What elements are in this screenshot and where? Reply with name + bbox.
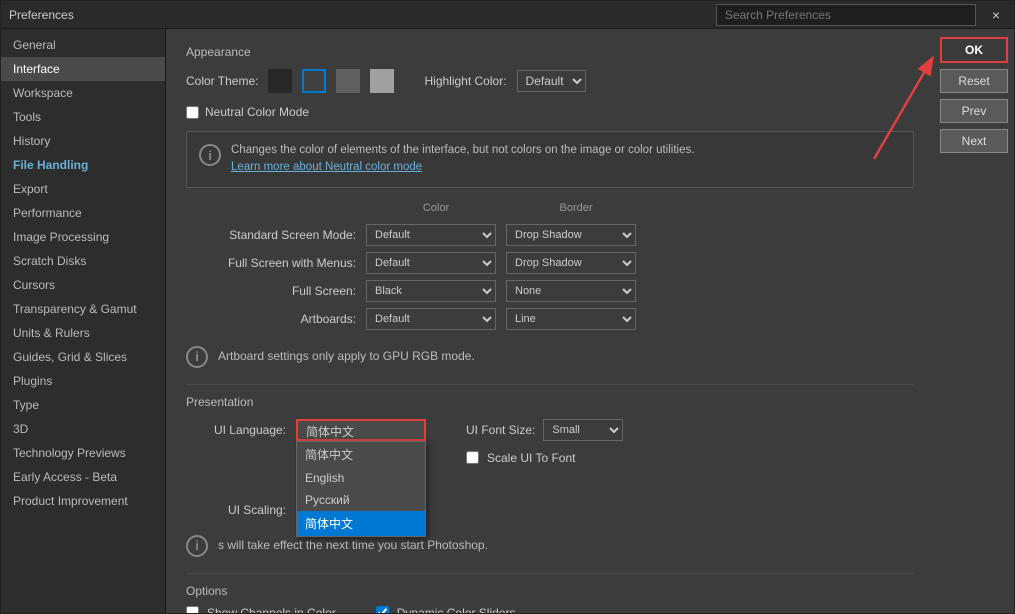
dynamic-sliders-checkbox[interactable] (376, 606, 389, 613)
close-button[interactable]: × (986, 5, 1006, 25)
sidebar-item-product-improvement[interactable]: Product Improvement (1, 489, 165, 513)
show-channels-checkbox[interactable] (186, 606, 199, 613)
show-channels-row: Show Channels in Color (186, 606, 336, 614)
sidebar-item-3d[interactable]: 3D (1, 417, 165, 441)
fullscreen-border[interactable]: None (506, 280, 636, 302)
color-theme-label: Color Theme: (186, 74, 258, 88)
sidebar-item-units-rulers[interactable]: Units & Rulers (1, 321, 165, 345)
font-size-label: UI Font Size: (466, 423, 535, 437)
artboards-color[interactable]: Default (366, 308, 496, 330)
options-rows: Show Channels in Color Show Menu Colors … (186, 606, 914, 614)
neutral-info-box: i Changes the color of elements of the i… (186, 131, 914, 188)
sidebar-item-interface[interactable]: Interface (1, 57, 165, 81)
options-right: Dynamic Color Sliders (376, 606, 516, 614)
notice-text: s will take effect the next time you sta… (218, 538, 488, 552)
sidebar-item-scratch-disks[interactable]: Scratch Disks (1, 249, 165, 273)
content-panel: Appearance Color Theme: Highlight Color:… (166, 29, 934, 613)
highlight-color-label: Highlight Color: (424, 74, 506, 88)
sidebar-item-general[interactable]: General (1, 33, 165, 57)
info-text: Changes the color of elements of the int… (231, 142, 694, 177)
scaling-label: UI Scaling: (186, 503, 286, 517)
search-input[interactable] (716, 4, 976, 26)
fullscreen-menus-border[interactable]: Drop Shadow (506, 252, 636, 274)
presentation-title: Presentation (186, 395, 914, 409)
fullscreen-color[interactable]: Black (366, 280, 496, 302)
sidebar-item-transparency-gamut[interactable]: Transparency & Gamut (1, 297, 165, 321)
sidebar-item-workspace[interactable]: Workspace (1, 81, 165, 105)
sidebar-item-plugins[interactable]: Plugins (1, 369, 165, 393)
options-left: Show Channels in Color Show Menu Colors (186, 606, 336, 614)
lang-dropdown-menu: 简体中文 English Русский 简体中文 (296, 441, 426, 537)
artboard-info: i Artboard settings only apply to GPU RG… (186, 344, 914, 368)
lang-label: UI Language: (186, 423, 286, 437)
scale-to-font-label: Scale UI To Font (487, 451, 576, 465)
font-size-dropdown[interactable]: Small (543, 419, 623, 441)
window-title: Preferences (9, 8, 74, 22)
lang-dropdown-container: 简体中文 简体中文 English Русский 简体中文 (296, 419, 426, 441)
presentation-right: UI Font Size: Small Scale UI To Font (466, 419, 623, 471)
sidebar: General Interface Workspace Tools Histor… (1, 29, 166, 613)
sidebar-item-tech-previews[interactable]: Technology Previews (1, 441, 165, 465)
main-layout: General Interface Workspace Tools Histor… (1, 29, 1014, 613)
fullscreen-label: Full Screen: (186, 284, 366, 298)
standard-screen-color[interactable]: Default (366, 224, 496, 246)
ok-button[interactable]: OK (940, 37, 1008, 63)
standard-screen-label: Standard Screen Mode: (186, 228, 366, 242)
artboards-border[interactable]: Line (506, 308, 636, 330)
sidebar-item-export[interactable]: Export (1, 177, 165, 201)
sidebar-item-image-processing[interactable]: Image Processing (1, 225, 165, 249)
preferences-window: Preferences × General Interface Workspac… (0, 0, 1015, 614)
language-row: UI Language: 简体中文 简体中文 English Русский 简… (186, 419, 426, 441)
prev-button[interactable]: Prev (940, 99, 1008, 123)
neutral-color-row: Neutral Color Mode (186, 105, 914, 119)
neutral-color-link[interactable]: Learn more about Neutral color mode (231, 161, 422, 173)
sidebar-item-tools[interactable]: Tools (1, 105, 165, 129)
theme-swatch-light[interactable] (370, 69, 394, 93)
sidebar-item-type[interactable]: Type (1, 393, 165, 417)
lang-input[interactable]: 简体中文 (296, 419, 426, 441)
artboard-info-icon: i (186, 346, 208, 368)
scale-to-font-row: Scale UI To Font (466, 451, 623, 465)
sidebar-item-performance[interactable]: Performance (1, 201, 165, 225)
reset-button[interactable]: Reset (940, 69, 1008, 93)
screen-mode-table: Color Border Standard Screen Mode: Defau… (186, 202, 914, 330)
right-panel: OK Reset Prev Next (934, 29, 1014, 613)
dynamic-sliders-row: Dynamic Color Sliders (376, 606, 516, 614)
info-icon: i (199, 144, 221, 166)
sidebar-item-early-access[interactable]: Early Access - Beta (1, 465, 165, 489)
sidebar-item-guides-grid-slices[interactable]: Guides, Grid & Slices (1, 345, 165, 369)
options-title: Options (186, 584, 914, 598)
titlebar: Preferences × (1, 1, 1014, 29)
sidebar-item-history[interactable]: History (1, 129, 165, 153)
highlight-color-dropdown[interactable]: Default (517, 70, 586, 92)
sidebar-item-file-handling[interactable]: File Handling (1, 153, 165, 177)
appearance-title: Appearance (186, 45, 914, 59)
neutral-color-label: Neutral Color Mode (205, 105, 309, 119)
sidebar-item-cursors[interactable]: Cursors (1, 273, 165, 297)
col-border-header: Border (506, 202, 646, 218)
theme-swatch-dark[interactable] (268, 69, 292, 93)
scale-to-font-checkbox[interactable] (466, 451, 479, 464)
dynamic-sliders-label: Dynamic Color Sliders (397, 606, 516, 614)
lang-option-3[interactable]: 简体中文 (297, 511, 425, 536)
fullscreen-menus-color[interactable]: Default (366, 252, 496, 274)
lang-option-2[interactable]: Русский (297, 489, 425, 511)
color-theme-row: Color Theme: Highlight Color: Default (186, 69, 914, 93)
neutral-color-checkbox[interactable] (186, 106, 199, 119)
theme-swatch-medium-dark[interactable] (302, 69, 326, 93)
presentation-left: UI Language: 简体中文 简体中文 English Русский 简… (186, 419, 426, 529)
artboards-label: Artboards: (186, 312, 366, 326)
theme-swatch-medium[interactable] (336, 69, 360, 93)
font-size-row: UI Font Size: Small (466, 419, 623, 441)
notice-icon: i (186, 535, 208, 557)
fullscreen-menus-label: Full Screen with Menus: (186, 256, 366, 270)
lang-option-1[interactable]: English (297, 467, 425, 489)
col-color-header: Color (366, 202, 506, 218)
lang-option-0[interactable]: 简体中文 (297, 442, 425, 467)
show-channels-label: Show Channels in Color (207, 606, 336, 614)
standard-screen-border[interactable]: Drop Shadow (506, 224, 636, 246)
artboard-note: Artboard settings only apply to GPU RGB … (218, 349, 475, 363)
next-button[interactable]: Next (940, 129, 1008, 153)
